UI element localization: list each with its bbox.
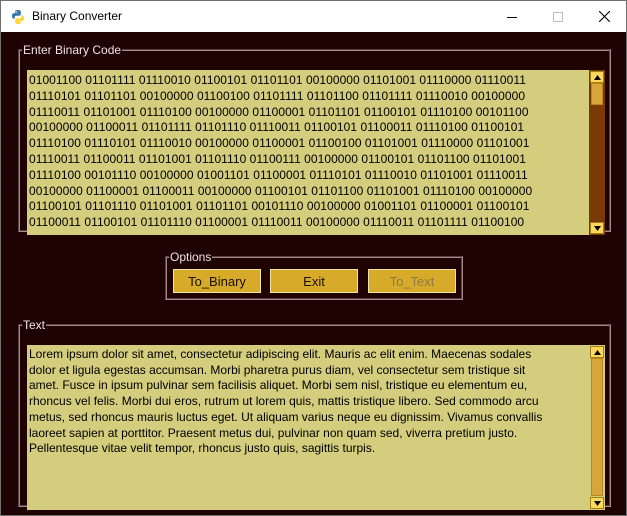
scroll-up-button[interactable] [590, 346, 604, 358]
minimize-icon [507, 16, 517, 18]
close-button[interactable] [581, 1, 626, 32]
text-line: Pellentesque vitae velit tempor, rhoncus… [29, 441, 376, 456]
text-label: Text [23, 318, 46, 332]
client-area: Enter Binary Code 01001100 01101111 0111… [1, 32, 626, 515]
binary-line: 01001100 01101111 01110010 01100101 0110… [29, 73, 526, 87]
text-line: metus, sed rhoncus mauris luctus eget. U… [29, 409, 543, 424]
binary-line: 01110100 01110101 01110010 00100000 0110… [29, 136, 530, 151]
scroll-down-arrow-icon [593, 225, 601, 231]
binary-code-label: Enter Binary Code [23, 43, 122, 57]
minimize-button[interactable] [489, 1, 535, 32]
binary-scrollbar[interactable] [589, 70, 605, 235]
window-title: Binary Converter [32, 9, 123, 23]
binary-line: 01110101 01101101 00100000 01100100 0110… [29, 88, 526, 103]
python-icon [12, 10, 24, 24]
maximize-icon [553, 11, 563, 22]
to-binary-button[interactable]: To_Binary [173, 269, 261, 293]
title-bar[interactable]: Binary Converter [1, 1, 626, 32]
binary-line: 01100101 01101110 01101001 01101101 0010… [29, 199, 530, 214]
binary-code-textarea[interactable]: 01001100 01101111 01110010 01100101 0110… [27, 70, 589, 235]
text-scrollbar[interactable] [589, 345, 605, 510]
to-text-button[interactable]: To_Text [368, 269, 456, 293]
scroll-thumb[interactable] [591, 83, 603, 105]
binary-line: 01110100 00101110 00100000 01001101 0110… [29, 167, 528, 182]
scroll-up-button[interactable] [590, 71, 604, 83]
binary-line: 00100000 01100011 01101111 01101110 0111… [29, 120, 525, 135]
scroll-up-arrow-icon [593, 74, 601, 80]
scroll-down-button[interactable] [590, 497, 604, 509]
options-frame: Options To_Binary Exit To_Text [165, 250, 463, 300]
binary-line: 01110011 01101001 01110100 00100000 0110… [29, 104, 529, 119]
text-line: Lorem ipsum dolor sit amet, consectetur … [29, 347, 532, 361]
binary-line: 00100000 01100001 01100011 00100000 0110… [29, 183, 533, 198]
text-frame: Text Lorem ipsum dolor sit amet, consect… [18, 318, 611, 510]
text-line: rhoncus vel felis. Morbi dui eros, rutru… [29, 394, 539, 409]
text-line: dolor et ligula egestas accumsan. Morbi … [29, 362, 526, 377]
text-line: laoreet sapien at porttitor. Praesent me… [29, 425, 518, 440]
binary-line: 01100011 01100101 01101110 01100001 0111… [29, 215, 525, 230]
maximize-button[interactable] [535, 1, 581, 32]
binary-code-frame: Enter Binary Code 01001100 01101111 0111… [18, 43, 611, 235]
close-icon [598, 11, 610, 22]
app-window: Binary Converter Enter Binary Code 01001… [0, 0, 627, 516]
text-line: amet. Fusce in ipsum pulvinar sem facili… [29, 378, 528, 393]
exit-button[interactable]: Exit [270, 269, 358, 293]
binary-line: 01110011 01100011 01101001 01101110 0110… [29, 151, 526, 166]
scroll-thumb[interactable] [591, 358, 603, 496]
options-label: Options [170, 250, 212, 264]
scroll-down-button[interactable] [590, 222, 604, 234]
scroll-up-arrow-icon [593, 349, 601, 355]
text-textarea[interactable]: Lorem ipsum dolor sit amet, consectetur … [27, 345, 589, 510]
scroll-down-arrow-icon [593, 500, 601, 506]
